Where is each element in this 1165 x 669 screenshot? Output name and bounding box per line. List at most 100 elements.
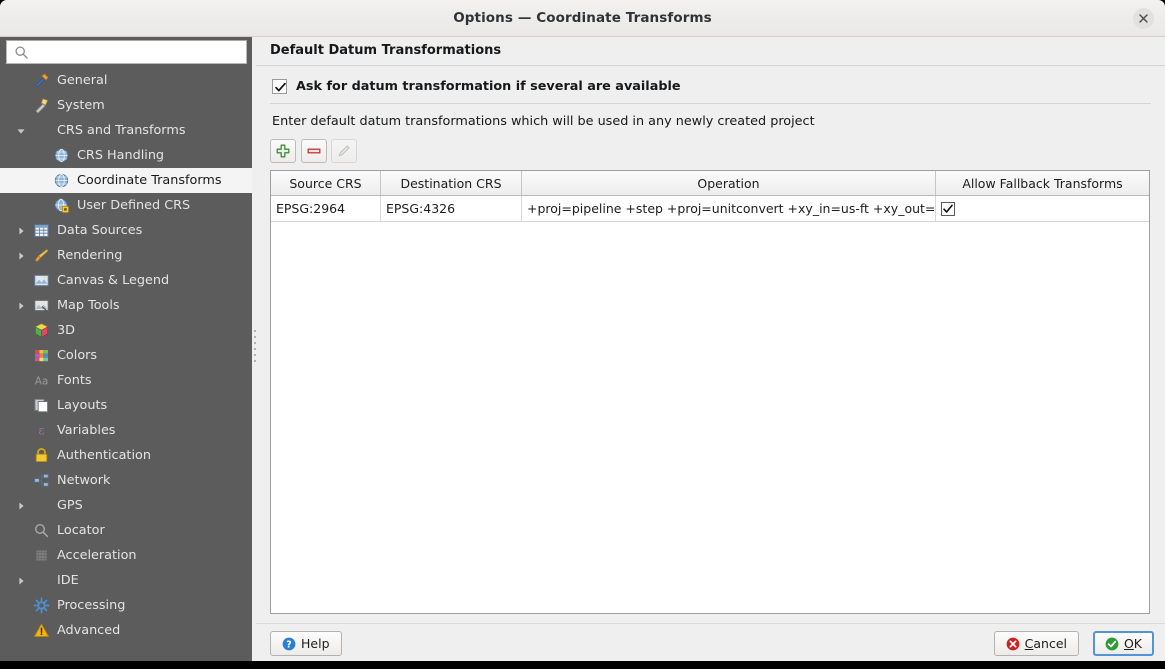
- sidebar-item-system[interactable]: System: [0, 93, 252, 118]
- ok-rest: K: [1133, 636, 1142, 651]
- add-button[interactable]: [270, 139, 296, 163]
- colors-icon: [32, 347, 50, 365]
- ok-accel: O: [1123, 636, 1134, 651]
- canvas-icon: [33, 274, 49, 287]
- divider: [270, 103, 1151, 104]
- ok-button[interactable]: OK: [1092, 631, 1154, 656]
- globe-gear-icon: [52, 197, 70, 215]
- sidebar-item-data-sources[interactable]: Data Sources: [0, 218, 252, 243]
- main-pane: Default Datum Transformations Ask for da…: [256, 37, 1165, 623]
- svg-text:ε: ε: [38, 424, 44, 438]
- sidebar-item-label: Canvas & Legend: [57, 273, 170, 288]
- sidebar-item-rendering[interactable]: Rendering: [0, 243, 252, 268]
- column-header[interactable]: Source CRS: [271, 171, 381, 195]
- cell-destination-crs[interactable]: EPSG:4326: [381, 196, 522, 221]
- lock-icon: [32, 447, 50, 465]
- globe-gear-icon: [54, 198, 69, 213]
- sidebar-item-gps[interactable]: GPS: [0, 493, 252, 518]
- help-button[interactable]: ? Help: [270, 631, 342, 656]
- search-gray-icon: [32, 522, 50, 540]
- sidebar-item-general[interactable]: General: [0, 68, 252, 93]
- datum-transform-table[interactable]: Source CRS Destination CRS Operation Allow …: [270, 170, 1150, 614]
- sidebar-item-canvas-legend[interactable]: Canvas & Legend: [0, 268, 252, 293]
- column-header[interactable]: Allow Fallback Transforms: [936, 171, 1149, 195]
- window-title: Options — Coordinate Transforms: [453, 10, 712, 26]
- title-bar: Options — Coordinate Transforms: [0, 0, 1165, 37]
- sidebar-item-locator[interactable]: Locator: [0, 518, 252, 543]
- ask-datum-transformation-checkbox[interactable]: Ask for datum transformation if several …: [272, 79, 681, 94]
- checkbox-label: Ask for datum transformation if several …: [296, 79, 681, 94]
- cell-operation[interactable]: +proj=pipeline +step +proj=unitconvert +…: [522, 196, 936, 221]
- sidebar-item-ide[interactable]: IDE: [0, 568, 252, 593]
- sidebar-item-fonts[interactable]: Aa Fonts: [0, 368, 252, 393]
- network-icon: [32, 472, 50, 490]
- search-box[interactable]: [6, 40, 247, 65]
- cell-text: EPSG:4326: [386, 201, 456, 216]
- sidebar-item-network[interactable]: Network: [0, 468, 252, 493]
- layouts-icon: [34, 398, 48, 413]
- sidebar-item-label: Locator: [57, 523, 105, 538]
- variables-icon: ε: [32, 422, 50, 440]
- table-icon: [34, 224, 48, 237]
- sidebar-item-label: CRS and Transforms: [57, 123, 186, 138]
- sidebar-item-processing[interactable]: Processing: [0, 593, 252, 618]
- svg-text:Aa: Aa: [34, 375, 48, 387]
- sidebar-item-label: Map Tools: [57, 298, 120, 313]
- cancel-button-label: Cancel: [1025, 636, 1067, 651]
- sidebar-item-advanced[interactable]: Advanced: [0, 618, 252, 643]
- sidebar-item-colors[interactable]: Colors: [0, 343, 252, 368]
- variables-icon: ε: [38, 424, 44, 438]
- settings-tree[interactable]: General System CRS and Transforms CRS Handl…: [0, 68, 252, 661]
- sidebar-item-authentication[interactable]: Authentication: [0, 443, 252, 468]
- tools-icon: [32, 72, 50, 90]
- search-input[interactable]: [34, 41, 243, 65]
- sidebar-item-coordinate-transforms[interactable]: Coordinate Transforms: [0, 168, 252, 193]
- column-header[interactable]: Destination CRS: [381, 171, 522, 195]
- column-header-label: Source CRS: [289, 175, 362, 191]
- globe-icon: [52, 172, 70, 190]
- cell-source-crs[interactable]: EPSG:2964: [271, 196, 381, 221]
- help-icon: ?: [282, 637, 296, 650]
- sidebar-item-label: General: [57, 73, 108, 88]
- column-header[interactable]: Operation: [522, 171, 936, 195]
- sidebar-item-3d[interactable]: 3D: [0, 318, 252, 343]
- remove-button[interactable]: [301, 139, 327, 163]
- sidebar-item-label: Advanced: [57, 623, 121, 638]
- expand-arrow-closed[interactable]: [14, 243, 28, 268]
- cell-allow-fallback[interactable]: [936, 196, 1149, 221]
- expand-arrow-closed[interactable]: [14, 568, 28, 593]
- expand-arrow-closed[interactable]: [14, 493, 28, 518]
- sidebar-item-acceleration[interactable]: Acceleration: [0, 543, 252, 568]
- checkbox-box: [272, 79, 287, 94]
- cell-text: EPSG:2964: [276, 201, 346, 216]
- sidebar-item-label: User Defined CRS: [77, 198, 191, 213]
- no-icon: [32, 572, 50, 590]
- sidebar-item-map-tools[interactable]: Map Tools: [0, 293, 252, 318]
- sidebar-item-label: Authentication: [57, 448, 151, 463]
- sidebar-item-label: System: [57, 98, 105, 113]
- cube-icon: [32, 322, 50, 340]
- options-dialog: Options — Coordinate Transforms General S…: [0, 0, 1165, 661]
- page-title: Default Datum Transformations: [270, 43, 502, 58]
- sidebar-item-crs-handling[interactable]: CRS Handling: [0, 143, 252, 168]
- fonts-icon: Aa: [34, 375, 48, 387]
- sidebar-item-label: IDE: [57, 573, 79, 588]
- sidebar-item-variables[interactable]: ε Variables: [0, 418, 252, 443]
- chevron-right-icon: [19, 502, 24, 509]
- colors-icon: [34, 350, 48, 362]
- close-icon[interactable]: [1133, 8, 1154, 29]
- sidebar-item-layouts[interactable]: Layouts: [0, 393, 252, 418]
- cancel-button[interactable]: Cancel: [993, 631, 1079, 656]
- sidebar-item-user-defined-crs[interactable]: User Defined CRS: [0, 193, 252, 218]
- expand-arrow-closed[interactable]: [14, 218, 28, 243]
- allow-fallback-checkbox[interactable]: [941, 201, 955, 216]
- tools-icon: [34, 73, 48, 88]
- expand-arrow-closed[interactable]: [14, 293, 28, 318]
- expand-arrow-open[interactable]: [14, 118, 28, 143]
- sidebar-item-crs-and-transforms[interactable]: CRS and Transforms: [0, 118, 252, 143]
- system-icon: [35, 98, 48, 114]
- sidebar-item-label: Acceleration: [57, 548, 137, 563]
- sidebar-item-label: Variables: [57, 423, 116, 438]
- chevron-right-icon: [19, 577, 24, 584]
- table-row[interactable]: EPSG:2964 EPSG:4326 +proj=pipeline +step +…: [271, 196, 1149, 222]
